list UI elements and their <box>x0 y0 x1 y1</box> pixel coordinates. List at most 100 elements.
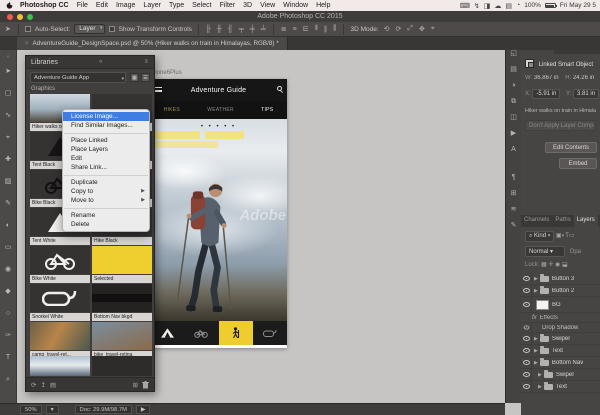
layer-thumbnail[interactable] <box>536 300 549 310</box>
visibility-eye-icon[interactable] <box>521 333 532 344</box>
creative-cloud-icon[interactable]: ☁ <box>494 2 501 10</box>
menu-edit[interactable]: Edit <box>92 2 112 9</box>
lasso-tool[interactable]: ∿ <box>0 105 16 127</box>
menu-item-place-layers[interactable]: Place Layers <box>63 145 149 154</box>
crop-tool[interactable]: ✚ <box>0 149 16 171</box>
layer-row[interactable]: ▶ Swiper <box>521 369 600 381</box>
menu-item-move-to[interactable]: Move to▶ <box>63 196 149 205</box>
menu-view[interactable]: View <box>256 2 279 9</box>
library-thumb-bike-white[interactable] <box>30 246 90 274</box>
menu-item-share-link[interactable]: Share Link... <box>63 163 149 172</box>
menu-item-copy-to[interactable]: Copy to▶ <box>63 187 149 196</box>
distribute-center-icon[interactable]: ∥ <box>323 25 329 33</box>
healing-tool[interactable]: ✎ <box>0 193 16 215</box>
layer-effects-row[interactable]: fx Effects <box>521 313 600 323</box>
list-view-icon[interactable]: ☰ <box>141 73 150 82</box>
menu-photoshop[interactable]: Photoshop CC <box>16 2 73 9</box>
new-item-icon[interactable]: ⊞ <box>133 381 138 389</box>
expand-arrow-icon[interactable]: ▶ <box>534 348 538 354</box>
layer-row[interactable]: ▶ Swiper <box>521 333 600 345</box>
menu-item-duplicate[interactable]: Duplicate <box>63 178 149 187</box>
adjustments-panel-icon[interactable]: ◑ <box>511 78 515 94</box>
layer-row[interactable]: BG <box>521 297 600 313</box>
visibility-eye-icon[interactable] <box>521 297 532 312</box>
dropbox-icon[interactable]: ◨ <box>484 2 491 10</box>
menu-file[interactable]: File <box>73 2 92 9</box>
menu-item-license-image[interactable]: License Image... <box>63 112 149 121</box>
delete-library-item-icon[interactable] <box>142 381 149 389</box>
menubar-clock[interactable]: Fri May 29 5 <box>560 2 596 9</box>
expand-arrow-icon[interactable]: ▶ <box>534 276 538 282</box>
align-center-h-icon[interactable]: ╫ <box>216 26 223 33</box>
3d-slide-icon[interactable]: ✥ <box>418 25 426 33</box>
y-position-field[interactable]: 3.81 in <box>573 89 599 99</box>
menu-item-delete[interactable]: Delete <box>63 220 149 229</box>
status-dropdown-arrow[interactable]: ▾ <box>46 405 59 414</box>
auto-select-dropdown[interactable]: Layer <box>74 24 104 34</box>
menu-image[interactable]: Image <box>112 2 139 9</box>
minimize-window-button[interactable] <box>17 14 23 20</box>
grid-view-icon[interactable]: ▦ <box>130 73 139 82</box>
menu-item-place-linked[interactable]: Place Linked <box>63 136 149 145</box>
3d-rotate-icon[interactable]: ⟲ <box>383 25 391 33</box>
share-library-icon[interactable]: ▤ <box>50 381 56 389</box>
notes-panel-icon[interactable]: ✎ <box>511 218 517 234</box>
library-thumb-snorkel-white[interactable] <box>30 284 90 312</box>
3d-roll-icon[interactable]: ⟳ <box>395 25 403 33</box>
menu-3d[interactable]: 3D <box>239 2 256 9</box>
library-selector-dropdown[interactable]: Adventure Guide App <box>30 72 126 83</box>
library-thumb-yellow-swatch[interactable] <box>92 246 152 274</box>
distribute-right-icon[interactable]: ⫼ <box>332 25 337 33</box>
menu-type[interactable]: Type <box>165 2 188 9</box>
stamp-tool[interactable]: ▭ <box>0 237 16 259</box>
library-thumb[interactable] <box>92 356 152 376</box>
filter-type-icons[interactable]: ▣◐T▭ <box>556 233 575 239</box>
visibility-eye-icon[interactable] <box>521 273 532 284</box>
expand-arrow-icon[interactable]: ▶ <box>538 372 542 378</box>
menu-layer[interactable]: Layer <box>139 2 165 9</box>
glyphs-panel-icon[interactable]: ⊞ <box>511 186 517 202</box>
menu-select[interactable]: Select <box>188 2 215 9</box>
zoom-window-button[interactable] <box>27 14 33 20</box>
library-item[interactable]: bike_travel-retina <box>92 322 152 359</box>
styles-panel-icon[interactable]: ⧉ <box>511 94 516 110</box>
auto-select-checkbox[interactable] <box>25 26 31 32</box>
library-thumb-camp-photo[interactable] <box>30 322 90 350</box>
layer-comp-dropdown[interactable]: Don't Apply Layer Comp <box>525 120 596 131</box>
align-right-icon[interactable]: ╢ <box>227 26 234 33</box>
library-item[interactable]: Bike White <box>30 246 90 283</box>
tab-channels[interactable]: Channels <box>521 215 552 227</box>
sync-library-icon[interactable]: ⟳ <box>31 381 36 389</box>
visibility-eye-icon[interactable] <box>521 381 532 392</box>
library-item[interactable] <box>30 356 90 376</box>
pen-tool[interactable]: ✑ <box>0 325 16 347</box>
visibility-eye-icon[interactable] <box>521 369 532 380</box>
document-tab[interactable]: × AdventureGuide_DesignSpace.psd @ 50% (… <box>17 37 288 50</box>
tab-paths[interactable]: Paths <box>552 215 573 227</box>
expand-arrow-icon[interactable]: ▶ <box>534 288 538 294</box>
close-window-button[interactable] <box>7 14 13 20</box>
upload-icon[interactable]: ↥ <box>40 381 45 389</box>
3d-scale-icon[interactable]: ⌖ <box>430 25 436 33</box>
layer-row[interactable]: ▶ Button 3 <box>521 273 600 285</box>
kind-filter-dropdown[interactable]: ⌕ Kind ▾ <box>525 231 554 242</box>
close-tab-icon[interactable]: × <box>25 41 29 47</box>
library-item[interactable]: camp_travel-ret... <box>30 322 90 359</box>
align-top-icon[interactable]: ╤ <box>238 26 245 33</box>
type-tool[interactable]: T <box>0 347 16 369</box>
align-bottom-icon[interactable]: ╧ <box>260 26 267 33</box>
lock-icons[interactable]: ▦ ✛ ◉ ⬓ <box>541 262 568 268</box>
quick-select-tool[interactable]: ⌖ <box>0 127 16 149</box>
visibility-eye-icon[interactable] <box>521 285 532 296</box>
library-item[interactable]: Selected <box>92 246 152 283</box>
move-tool[interactable]: ➤ <box>0 61 16 83</box>
blend-mode-dropdown[interactable]: Normal ▾ <box>525 246 565 257</box>
info-panel-icon[interactable]: ◫ <box>510 110 517 126</box>
embed-button[interactable]: Embed <box>559 158 597 169</box>
paragraph-panel-icon[interactable]: ¶ <box>512 170 516 186</box>
show-transform-checkbox[interactable] <box>109 26 115 32</box>
layer-row[interactable]: ▶ Bottom Nav <box>521 357 600 369</box>
wifi-icon[interactable]: ◔ <box>516 2 520 9</box>
visibility-eye-icon[interactable] <box>521 345 532 356</box>
panel-menu-icon[interactable]: ≡ <box>144 59 149 65</box>
